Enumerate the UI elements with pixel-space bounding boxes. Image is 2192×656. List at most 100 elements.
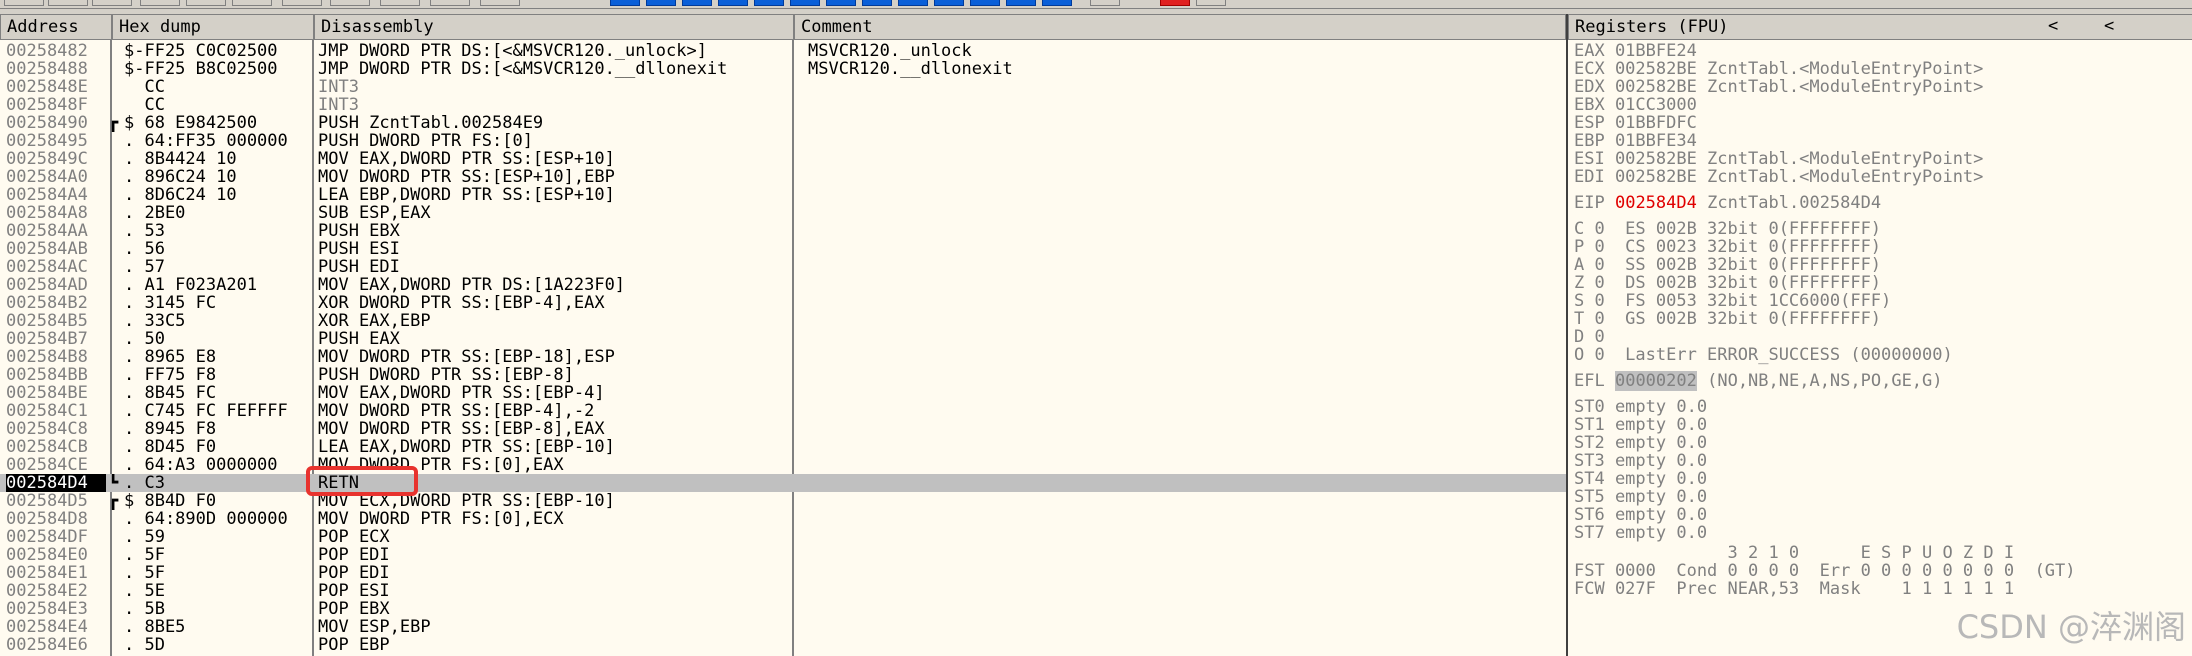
disassembly-row[interactable]: 0025849C . 8B4424 10 MOV EAX,DWORD PTR SS:… <box>0 150 1566 168</box>
fpu-st-line[interactable]: ST3 empty 0.0 <box>1574 452 1707 470</box>
disassembly-row[interactable]: 002584E2 . 5E POP ESI <box>0 582 1566 600</box>
register-line[interactable]: ESP 01BBFDFC <box>1574 114 1697 132</box>
column-header-address[interactable]: Address <box>0 14 112 40</box>
cpu-disassembly-pane[interactable]: Address Hex dump Disassembly Comment 002… <box>0 14 1568 656</box>
disassembly-row[interactable]: 002584E6 . 5D POP EBP <box>0 636 1566 654</box>
toolbar-button[interactable] <box>1196 0 1226 6</box>
row-comment <box>808 438 1568 456</box>
flag-line[interactable]: S 0 FS 0053 32bit 1CC6000(FFF) <box>1574 292 1891 310</box>
disassembly-row[interactable]: 002584E3 . 5B POP EBX <box>0 600 1566 618</box>
fpu-st-line[interactable]: ST2 empty 0.0 <box>1574 434 1707 452</box>
flag-line[interactable]: D 0 <box>1574 328 1605 346</box>
toolbar-window-button[interactable] <box>1006 0 1036 6</box>
efl-line[interactable]: EFL 00000202 (NO,NB,NE,A,NS,PO,GE,G) <box>1574 371 1943 391</box>
row-bracket <box>108 456 124 474</box>
toolbar-window-button[interactable] <box>934 0 964 6</box>
row-address: 0025849C <box>6 150 88 168</box>
toolbar-button[interactable] <box>330 0 370 6</box>
disassembly-row[interactable]: 00258490 ┏ $ 68 E9842500 PUSH ZcntTabl.0025… <box>0 114 1566 132</box>
disassembly-row[interactable]: 002584AA . 53 PUSH EBX <box>0 222 1566 240</box>
disassembly-row[interactable]: 002584AB . 56 PUSH ESI <box>0 240 1566 258</box>
column-header-hexdump[interactable]: Hex dump <box>112 14 314 40</box>
fpu-st-line[interactable]: ST6 empty 0.0 <box>1574 506 1707 524</box>
flag-line[interactable]: O 0 LastErr ERROR_SUCCESS (00000000) <box>1574 346 1953 364</box>
toolbar-window-button[interactable] <box>898 0 928 6</box>
registers-prev-arrow[interactable]: < <box>2048 14 2058 38</box>
fst-line[interactable]: FST 0000 Cond 0 0 0 0 Err 0 0 0 0 0 0 0 … <box>1574 562 2076 580</box>
toolbar-window-button[interactable] <box>1042 0 1072 6</box>
disassembly-row[interactable]: 0025848E CC INT3 <box>0 78 1566 96</box>
disassembly-row[interactable]: 002584A0 . 896C24 10 MOV DWORD PTR SS:[ESP… <box>0 168 1566 186</box>
disassembly-row[interactable]: 002584E1 . 5F POP EDI <box>0 564 1566 582</box>
toolbar-window-button[interactable] <box>970 0 1000 6</box>
toolbar-window-button[interactable] <box>790 0 820 6</box>
register-line[interactable]: ECX 002582BE ZcntTabl.<ModuleEntryPoint> <box>1574 60 1983 78</box>
column-header-comment[interactable]: Comment <box>794 14 1566 40</box>
eip-line[interactable]: EIP 002584D4 ZcntTabl.002584D4 <box>1574 194 1881 212</box>
toolbar-button[interactable] <box>186 0 226 6</box>
disassembly-row[interactable]: 002584A4 . 8D6C24 10 LEA EBP,DWORD PTR SS:… <box>0 186 1566 204</box>
disassembly-row[interactable]: 002584E4 . 8BE5 MOV ESP,EBP <box>0 618 1566 636</box>
toolbar-button[interactable] <box>380 0 420 6</box>
disassembly-row[interactable]: 002584B2 . 3145 FC XOR DWORD PTR SS:[EBP-4… <box>0 294 1566 312</box>
toolbar-button[interactable] <box>4 0 44 6</box>
disassembly-row[interactable]: 00258488 $-FF25 B8C02500 JMP DWORD PTR DS:… <box>0 60 1566 78</box>
disassembly-row[interactable]: 002584C8 . 8945 F8 MOV DWORD PTR SS:[EBP-8… <box>0 420 1566 438</box>
disassembly-row[interactable]: 002584A8 . 2BE0 SUB ESP,EAX <box>0 204 1566 222</box>
disassembly-row[interactable]: 002584B5 . 33C5 XOR EAX,EBP <box>0 312 1566 330</box>
disassembly-row[interactable]: 002584CE. 64:A3 0000000 MOV DWORD PTR FS:… <box>0 456 1566 474</box>
flag-line[interactable]: C 0 ES 002B 32bit 0(FFFFFFFF) <box>1574 220 1881 238</box>
disassembly-row[interactable]: 002584DF . 59 POP ECX <box>0 528 1566 546</box>
toolbar-stop-button[interactable] <box>1160 0 1190 6</box>
register-line[interactable]: EAX 01BBFE24 <box>1574 42 1697 60</box>
registers-next-arrow[interactable]: < <box>2104 14 2114 38</box>
flag-line[interactable]: Z 0 DS 002B 32bit 0(FFFFFFFF) <box>1574 274 1881 292</box>
toolbar-window-button[interactable] <box>682 0 712 6</box>
disassembly-row[interactable]: 002584AD . A1 F023A201 MOV EAX,DWORD PTR D… <box>0 276 1566 294</box>
disassembly-row-selected[interactable]: 002584D4 ┗. C3 RETN <box>0 474 1566 492</box>
disassembly-row[interactable]: 002584D8 . 64:890D 000000 MOV DWORD PTR FS… <box>0 510 1566 528</box>
toolbar-button[interactable] <box>430 0 470 6</box>
toolbar-window-button[interactable] <box>826 0 856 6</box>
fpu-st-line[interactable]: ST7 empty 0.0 <box>1574 524 1707 542</box>
toolbar-button[interactable] <box>48 0 88 6</box>
column-header-disassembly[interactable]: Disassembly <box>314 14 794 40</box>
fpu-st-line[interactable]: ST1 empty 0.0 <box>1574 416 1707 434</box>
disassembly-row[interactable]: 002584B8 . 8965 E8 MOV DWORD PTR SS:[EBP-1… <box>0 348 1566 366</box>
disassembly-row[interactable]: 002584D5 ┏ $ 8B4D F0 MOV ECX,DWORD PTR SS:[… <box>0 492 1566 510</box>
fcw-line[interactable]: FCW 027F Prec NEAR,53 Mask 1 1 1 1 1 1 <box>1574 580 2014 598</box>
toolbar-button[interactable] <box>1090 0 1120 6</box>
disassembly-row[interactable]: 002584C1 . C745 FC FEFFFF MOV DWORD PTR SS… <box>0 402 1566 420</box>
disassembly-row[interactable]: 002584BE . 8B45 FC MOV EAX,DWORD PTR SS:[E… <box>0 384 1566 402</box>
toolbar-button[interactable] <box>480 0 520 6</box>
toolbar-button[interactable] <box>282 0 322 6</box>
disassembly-row[interactable]: 002584BB . FF75 F8 PUSH DWORD PTR SS:[EBP-… <box>0 366 1566 384</box>
toolbar-window-button[interactable] <box>862 0 892 6</box>
toolbar-window-button[interactable] <box>610 0 640 6</box>
disassembly-row[interactable]: 00258482 $-FF25 C0C02500 JMP DWORD PTR DS:… <box>0 42 1566 60</box>
disassembly-row[interactable]: 00258495 . 64:FF35 000000 PUSH DWORD PTR F… <box>0 132 1566 150</box>
register-line[interactable]: ESI 002582BE ZcntTabl.<ModuleEntryPoint> <box>1574 150 1983 168</box>
disassembly-row[interactable]: 002584B7 . 50 PUSH EAX <box>0 330 1566 348</box>
fpu-st-line[interactable]: ST4 empty 0.0 <box>1574 470 1707 488</box>
registers-pane[interactable]: Registers (FPU) < < EAX 01BBFE24 ECX 0025… <box>1566 14 2192 656</box>
disassembly-row[interactable]: 002584E0 . 5F POP EDI <box>0 546 1566 564</box>
disassembly-row[interactable]: 002584AC . 57 PUSH EDI <box>0 258 1566 276</box>
register-line[interactable]: EDI 002582BE ZcntTabl.<ModuleEntryPoint> <box>1574 168 1983 186</box>
register-line[interactable]: EBP 01BBFE34 <box>1574 132 1697 150</box>
toolbar-button[interactable] <box>232 0 272 6</box>
register-line[interactable]: EDX 002582BE ZcntTabl.<ModuleEntryPoint> <box>1574 78 1983 96</box>
toolbar-window-button[interactable] <box>718 0 748 6</box>
toolbar-button[interactable] <box>140 0 180 6</box>
toolbar-window-button[interactable] <box>646 0 676 6</box>
flag-line[interactable]: T 0 GS 002B 32bit 0(FFFFFFFF) <box>1574 310 1881 328</box>
flag-line[interactable]: A 0 SS 002B 32bit 0(FFFFFFFF) <box>1574 256 1881 274</box>
flag-line[interactable]: P 0 CS 0023 32bit 0(FFFFFFFF) <box>1574 238 1881 256</box>
toolbar-button[interactable] <box>92 0 132 6</box>
disassembly-row[interactable]: 002584CB . 8D45 F0 LEA EAX,DWORD PTR SS:[E… <box>0 438 1566 456</box>
toolbar-window-button[interactable] <box>754 0 784 6</box>
disassembly-row[interactable]: 0025848F CC INT3 <box>0 96 1566 114</box>
fpu-st-line[interactable]: ST5 empty 0.0 <box>1574 488 1707 506</box>
fpu-st-line[interactable]: ST0 empty 0.0 <box>1574 398 1707 416</box>
register-line[interactable]: EBX 01CC3000 <box>1574 96 1697 114</box>
